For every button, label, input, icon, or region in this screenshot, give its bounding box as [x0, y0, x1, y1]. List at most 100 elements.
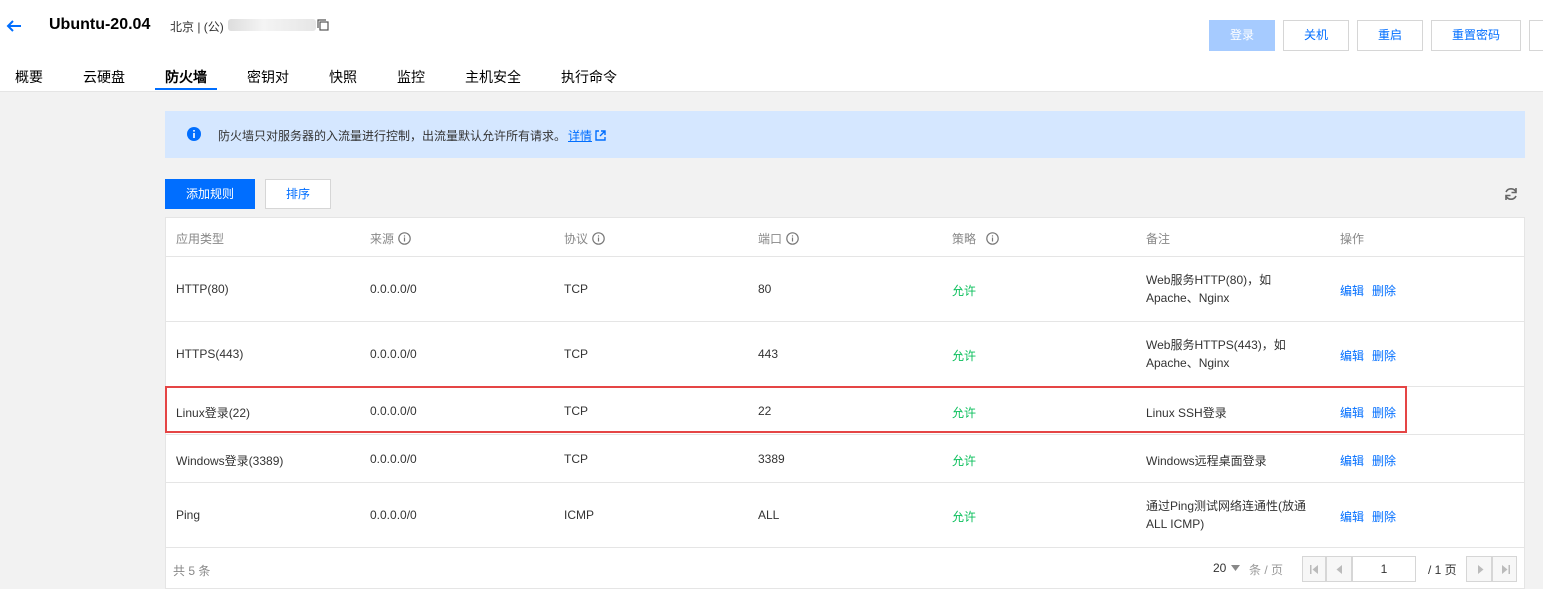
cell-policy: 允许 [952, 349, 977, 363]
first-page-button[interactable] [1302, 556, 1326, 582]
info-banner: 防火墙只对服务器的入流量进行控制，出流量默认允许所有请求。 详情 [165, 111, 1525, 158]
delete-link[interactable]: 删除 [1372, 347, 1396, 364]
table-row: Linux登录(22) 0.0.0.0/0 TCP 22 允许 Linux SS… [166, 387, 1524, 435]
first-page-icon [1310, 565, 1318, 574]
cell-protocol: TCP [564, 404, 588, 418]
info-circle-icon[interactable] [786, 232, 799, 245]
cell-note: Linux SSH登录 [1146, 406, 1227, 420]
cell-source: 0.0.0.0/0 [370, 282, 417, 296]
restart-button[interactable]: 重启 [1357, 20, 1423, 51]
total-pages: / 1 页 [1428, 563, 1457, 577]
more-button[interactable] [1529, 20, 1543, 51]
delete-link[interactable]: 删除 [1372, 404, 1396, 421]
edit-link[interactable]: 编辑 [1340, 404, 1364, 421]
tab-run-command[interactable]: 执行命令 [561, 67, 617, 87]
header-port: 端口 [758, 230, 799, 247]
cell-source: 0.0.0.0/0 [370, 508, 417, 522]
cell-port: ALL [758, 508, 780, 522]
header-source: 来源 [370, 230, 411, 247]
cell-protocol: TCP [564, 282, 588, 296]
cell-app-type: HTTPS(443) [176, 347, 244, 361]
info-icon [187, 127, 201, 141]
cell-app-type: HTTP(80) [176, 282, 229, 296]
edit-link[interactable]: 编辑 [1340, 282, 1364, 299]
cell-policy: 允许 [952, 406, 977, 420]
cell-note: Windows远程桌面登录 [1146, 454, 1267, 468]
table-row: Ping 0.0.0.0/0 ICMP ALL 允许 通过Ping测试网络连通性… [166, 483, 1524, 548]
table-row: Windows登录(3389) 0.0.0.0/0 TCP 3389 允许 Wi… [166, 435, 1524, 483]
page-size-unit: 条 / 页 [1249, 563, 1284, 577]
header-app-type: 应用类型 [176, 232, 225, 246]
tab-key-pairs[interactable]: 密钥对 [247, 67, 289, 87]
cell-note: Web服务HTTPS(443)，如Apache、Nginx [1146, 338, 1286, 370]
top-bar: Ubuntu-20.04 北京 | (公) 登录 关机 重启 重置密码 概要 云… [0, 0, 1543, 92]
caret-down-icon [1231, 565, 1241, 571]
active-tab-indicator [155, 88, 217, 90]
cell-protocol: TCP [564, 452, 588, 466]
delete-link[interactable]: 删除 [1372, 282, 1396, 299]
cell-port: 3389 [758, 452, 785, 466]
edit-link[interactable]: 编辑 [1340, 508, 1364, 525]
last-page-button[interactable] [1492, 556, 1517, 582]
cell-source: 0.0.0.0/0 [370, 452, 417, 466]
redacted-ip [228, 19, 316, 31]
reset-password-button[interactable]: 重置密码 [1431, 20, 1521, 51]
instance-region: 北京 | (公) [170, 20, 224, 34]
copy-icon[interactable] [317, 19, 329, 31]
edit-link[interactable]: 编辑 [1340, 347, 1364, 364]
notice-text: 防火墙只对服务器的入流量进行控制，出流量默认允许所有请求。 [218, 129, 567, 143]
tab-cloud-disk[interactable]: 云硬盘 [83, 67, 125, 87]
header-actions: 操作 [1340, 232, 1365, 246]
table-header: 应用类型 来源 协议 端口 策略 备注 操作 [166, 218, 1524, 257]
tab-overview[interactable]: 概要 [15, 67, 43, 87]
info-circle-icon[interactable] [986, 232, 999, 245]
next-page-icon [1478, 565, 1484, 574]
info-circle-icon[interactable] [592, 232, 605, 245]
cell-source: 0.0.0.0/0 [370, 347, 417, 361]
cell-app-type: Windows登录(3389) [176, 454, 284, 468]
cell-note: 通过Ping测试网络连通性(放通ALL ICMP) [1146, 499, 1307, 531]
prev-page-icon [1336, 565, 1342, 574]
total-count: 共 5 条 [173, 564, 211, 578]
cell-policy: 允许 [952, 510, 977, 524]
page-number-input[interactable]: 1 [1352, 556, 1416, 582]
cell-policy: 允许 [952, 284, 977, 298]
info-circle-icon[interactable] [398, 232, 411, 245]
cell-protocol: ICMP [564, 508, 594, 522]
external-link-icon[interactable] [595, 130, 606, 141]
cell-app-type: Linux登录(22) [176, 406, 251, 420]
cell-port: 80 [758, 282, 772, 296]
cell-port: 443 [758, 347, 779, 361]
cell-note: Web服务HTTP(80)，如Apache、Nginx [1146, 273, 1272, 305]
edit-link[interactable]: 编辑 [1340, 452, 1364, 469]
login-button[interactable]: 登录 [1209, 20, 1275, 51]
tab-snapshots[interactable]: 快照 [329, 67, 357, 87]
shutdown-button[interactable]: 关机 [1283, 20, 1349, 51]
tab-monitoring[interactable]: 监控 [397, 67, 425, 87]
cell-app-type: Ping [176, 508, 201, 522]
delete-link[interactable]: 删除 [1372, 452, 1396, 469]
page-size-select[interactable]: 20 [1213, 561, 1241, 575]
back-arrow-icon[interactable] [4, 16, 24, 36]
next-page-button[interactable] [1466, 556, 1492, 582]
cell-port: 22 [758, 404, 772, 418]
prev-page-button[interactable] [1326, 556, 1352, 582]
last-page-icon [1502, 565, 1510, 574]
table-row: HTTPS(443) 0.0.0.0/0 TCP 443 允许 Web服务HTT… [166, 322, 1524, 387]
cell-protocol: TCP [564, 347, 588, 361]
tab-host-security[interactable]: 主机安全 [465, 67, 521, 87]
header-note: 备注 [1146, 232, 1171, 246]
firewall-rules-table: 应用类型 来源 协议 端口 策略 备注 操作 HTTP(80) 0.0.0.0/… [165, 217, 1525, 589]
table-row: HTTP(80) 0.0.0.0/0 TCP 80 允许 Web服务HTTP(8… [166, 257, 1524, 322]
refresh-icon[interactable] [1503, 186, 1519, 202]
cell-source: 0.0.0.0/0 [370, 404, 417, 418]
details-link[interactable]: 详情 [568, 129, 592, 143]
add-rule-button[interactable]: 添加规则 [165, 179, 255, 209]
delete-link[interactable]: 删除 [1372, 508, 1396, 525]
instance-title: Ubuntu-20.04 [49, 16, 151, 33]
header-policy: 策略 [952, 230, 999, 247]
tab-firewall[interactable]: 防火墙 [165, 67, 207, 87]
header-protocol: 协议 [564, 230, 605, 247]
sort-button[interactable]: 排序 [265, 179, 331, 209]
cell-policy: 允许 [952, 454, 977, 468]
